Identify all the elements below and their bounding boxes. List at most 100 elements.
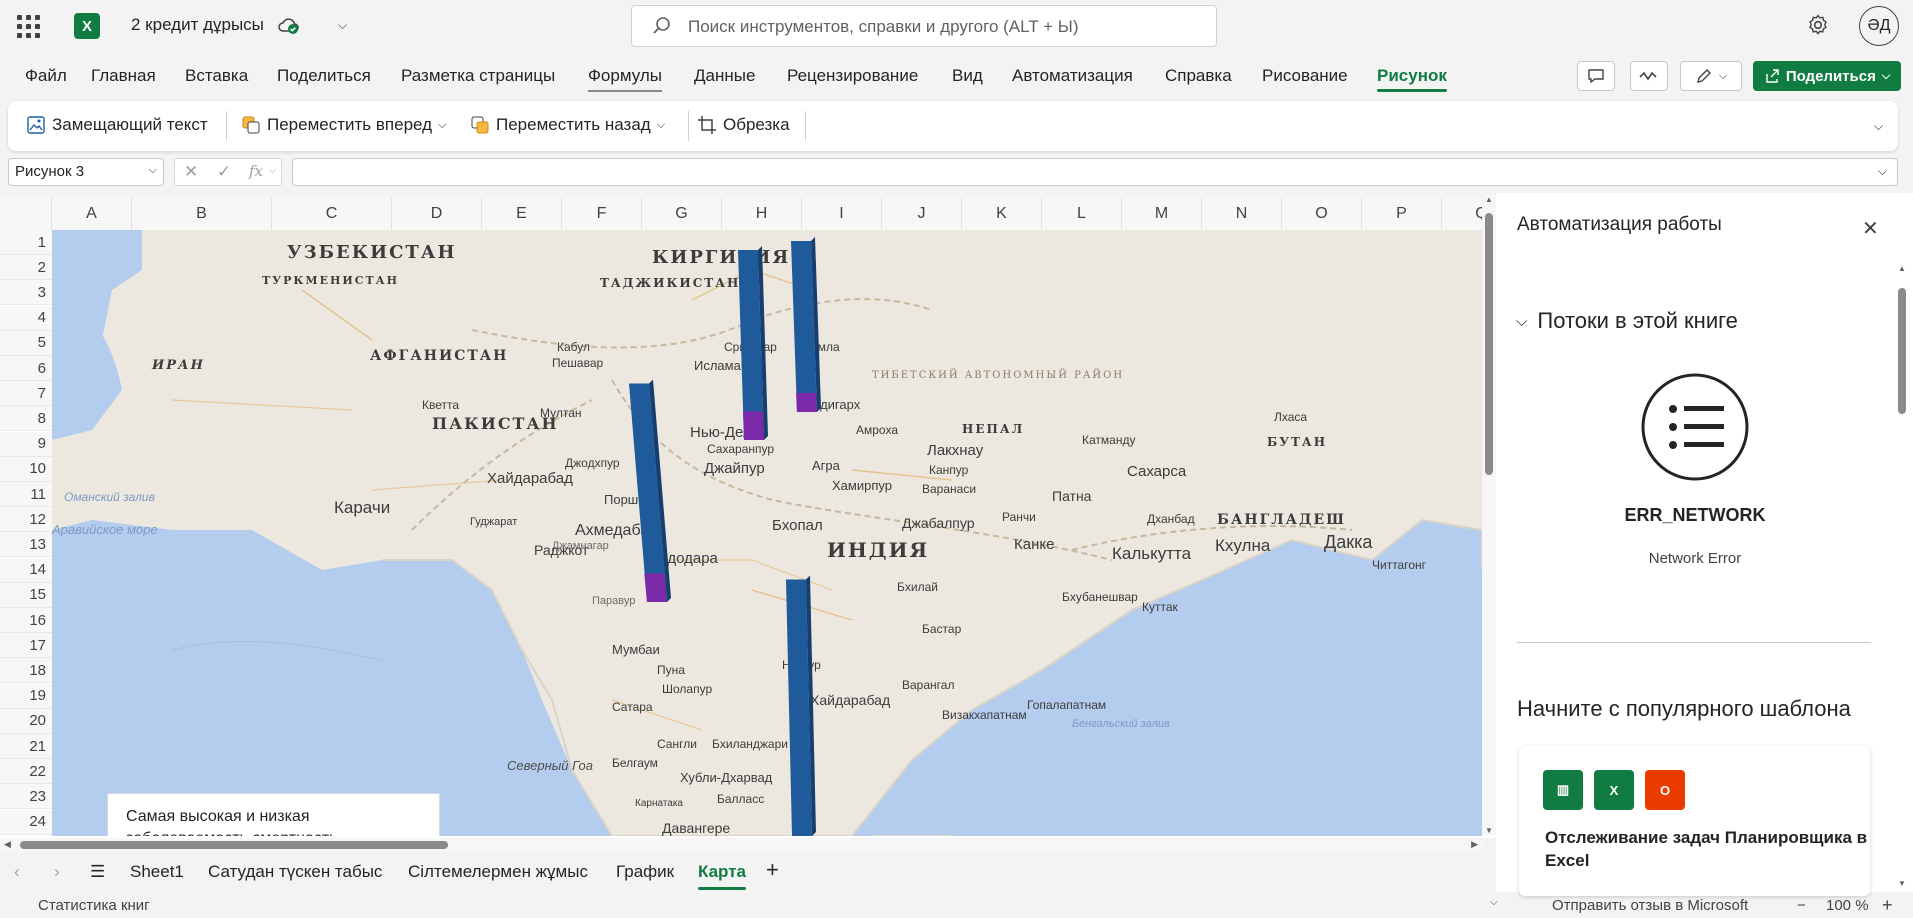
- formula-input[interactable]: ⌵: [292, 158, 1898, 186]
- column-header[interactable]: P: [1362, 198, 1442, 230]
- row-header[interactable]: 24: [0, 809, 52, 835]
- prev-sheet-chevron-icon[interactable]: ‹: [14, 862, 20, 882]
- alt-text-button[interactable]: Замещающий текст: [26, 115, 208, 135]
- crop-button[interactable]: Обрезка: [697, 115, 790, 135]
- row-header[interactable]: 21: [0, 734, 52, 759]
- name-box[interactable]: Рисунок 3 ⌵: [8, 158, 164, 186]
- map-picture[interactable]: УЗБЕКИСТАН КИРГИЗИЯ ТУРКМЕНИСТАН ТАДЖИКИ…: [52, 230, 1482, 836]
- tab-draw[interactable]: Рисование: [1262, 66, 1348, 86]
- row-header[interactable]: 6: [0, 356, 52, 381]
- zoom-in-icon[interactable]: +: [1882, 895, 1893, 916]
- row-header[interactable]: 8: [0, 406, 52, 432]
- scroll-up-icon[interactable]: ▲: [1485, 195, 1493, 204]
- row-header[interactable]: 19: [0, 683, 52, 709]
- row-header[interactable]: 9: [0, 431, 52, 457]
- column-header[interactable]: F: [562, 198, 642, 230]
- tab-page-layout[interactable]: Разметка страницы: [401, 66, 555, 86]
- function-icon[interactable]: fx: [249, 162, 263, 180]
- sheet-tab[interactable]: График: [616, 862, 674, 882]
- scroll-up-icon[interactable]: ▲: [1898, 264, 1906, 273]
- scroll-left-icon[interactable]: ◀: [4, 839, 11, 850]
- column-header[interactable]: O: [1282, 198, 1362, 230]
- catch-up-button[interactable]: [1630, 61, 1668, 91]
- scrollbar-thumb[interactable]: [1485, 213, 1493, 475]
- select-all-corner[interactable]: [0, 198, 52, 230]
- scroll-down-icon[interactable]: ▼: [1898, 879, 1906, 888]
- tab-home[interactable]: Главная: [91, 66, 156, 86]
- add-sheet-icon[interactable]: +: [766, 857, 779, 883]
- column-header[interactable]: I: [802, 198, 882, 230]
- row-header[interactable]: 10: [0, 456, 52, 482]
- ribbon-expand-chevron-icon[interactable]: ⌵: [1874, 119, 1883, 134]
- sheet-tab[interactable]: Сатудан түскен табыс: [208, 862, 382, 882]
- row-header[interactable]: 23: [0, 784, 52, 810]
- close-icon[interactable]: ✕: [1862, 216, 1879, 241]
- scrollbar-thumb[interactable]: [20, 841, 448, 849]
- sheet-tab[interactable]: Сілтемелермен жұмыс: [408, 862, 588, 882]
- row-header[interactable]: 12: [0, 507, 52, 533]
- row-header[interactable]: 17: [0, 633, 52, 659]
- feedback-link[interactable]: Отправить отзыв в Microsoft: [1552, 897, 1748, 914]
- row-header[interactable]: 1: [0, 230, 52, 255]
- tab-automate[interactable]: Автоматизация: [1012, 66, 1133, 86]
- zoom-level[interactable]: 100 %: [1826, 897, 1869, 914]
- tab-view[interactable]: Вид: [952, 66, 983, 86]
- all-sheets-menu-icon[interactable]: ☰: [90, 862, 105, 882]
- flows-section-header[interactable]: ⌵ Потоки в этой книге: [1516, 308, 1738, 334]
- zoom-out-icon[interactable]: −: [1797, 897, 1806, 914]
- row-header[interactable]: 5: [0, 330, 52, 356]
- settings-gear-icon[interactable]: [1806, 13, 1830, 37]
- confirm-icon[interactable]: ✓: [217, 162, 231, 182]
- cloud-saved-icon[interactable]: [278, 16, 300, 36]
- column-header[interactable]: N: [1202, 198, 1282, 230]
- column-header[interactable]: J: [882, 198, 962, 230]
- tab-file[interactable]: Файл: [25, 66, 67, 86]
- scrollbar-thumb[interactable]: [1898, 288, 1906, 414]
- workbook-statistics[interactable]: Статистика книг: [38, 897, 150, 914]
- user-avatar[interactable]: ӘД: [1859, 6, 1899, 46]
- column-header[interactable]: D: [392, 198, 482, 230]
- share-button[interactable]: Поделиться ⌵: [1753, 61, 1901, 91]
- tab-help[interactable]: Справка: [1165, 66, 1232, 86]
- scroll-right-icon[interactable]: ▶: [1471, 839, 1478, 850]
- spreadsheet-grid[interactable]: ABCDEFGHIJKLMNOPQ 1234567891011121314151…: [0, 198, 1496, 838]
- pane-scrollbar[interactable]: ▲ ▼: [1893, 262, 1913, 892]
- row-header[interactable]: 14: [0, 557, 52, 583]
- column-header[interactable]: C: [272, 198, 392, 230]
- column-header[interactable]: E: [482, 198, 562, 230]
- row-header[interactable]: 13: [0, 532, 52, 558]
- row-header[interactable]: 4: [0, 305, 52, 331]
- app-launcher-icon[interactable]: [16, 14, 40, 38]
- row-header[interactable]: 11: [0, 482, 52, 507]
- tab-data[interactable]: Данные: [694, 66, 755, 86]
- column-header[interactable]: M: [1122, 198, 1202, 230]
- bring-forward-button[interactable]: Переместить вперед ⌵: [241, 115, 446, 135]
- tab-review[interactable]: Рецензирование: [787, 66, 918, 86]
- row-header[interactable]: 15: [0, 582, 52, 608]
- scroll-down-icon[interactable]: ▼: [1485, 826, 1493, 835]
- document-title[interactable]: 2 кредит дұрысы: [131, 15, 264, 35]
- comments-button[interactable]: [1577, 61, 1615, 91]
- sheet-tab[interactable]: Sheet1: [130, 862, 184, 882]
- row-header[interactable]: 3: [0, 280, 52, 306]
- column-header[interactable]: A: [52, 198, 132, 230]
- chevron-down-icon[interactable]: ⌵: [1490, 897, 1498, 908]
- next-sheet-chevron-icon[interactable]: ›: [54, 862, 60, 882]
- row-header[interactable]: 16: [0, 608, 52, 633]
- cancel-icon[interactable]: ✕: [184, 162, 198, 182]
- tab-insert[interactable]: Вставка: [185, 66, 248, 86]
- column-header[interactable]: B: [132, 198, 272, 230]
- row-header[interactable]: 7: [0, 381, 52, 407]
- vertical-scrollbar[interactable]: ▲ ▼: [1482, 195, 1496, 835]
- column-header[interactable]: G: [642, 198, 722, 230]
- editing-mode-button[interactable]: ⌵: [1680, 61, 1742, 91]
- chevron-down-icon[interactable]: ⌵: [1878, 164, 1887, 179]
- column-header[interactable]: K: [962, 198, 1042, 230]
- tab-formulas[interactable]: Формулы: [588, 66, 662, 92]
- row-header[interactable]: 2: [0, 255, 52, 281]
- column-header[interactable]: L: [1042, 198, 1122, 230]
- template-card[interactable]: ▥ X O Отслеживание задач Планировщика в …: [1519, 746, 1870, 896]
- horizontal-scrollbar[interactable]: ◀ ▶: [0, 838, 1482, 852]
- tab-picture[interactable]: Рисунок: [1377, 66, 1447, 92]
- row-header[interactable]: 20: [0, 708, 52, 734]
